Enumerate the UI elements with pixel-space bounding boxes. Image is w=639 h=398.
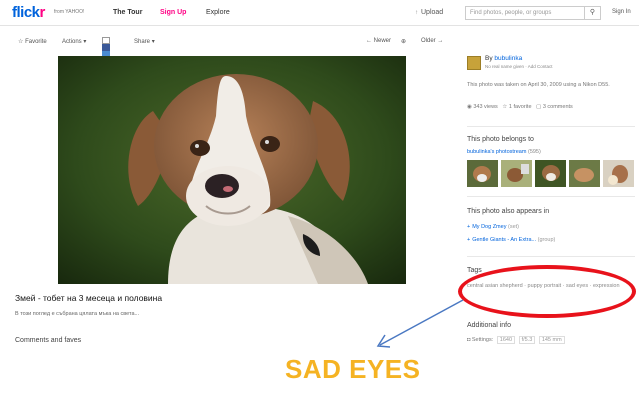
annotation-label: SAD EYES	[285, 354, 421, 384]
taken-info: This photo was taken on April 30, 2009 u…	[467, 82, 610, 88]
older-label: Older	[421, 38, 436, 44]
chevron-down-icon: ▾	[151, 39, 155, 45]
logo-text-pink: r	[39, 4, 46, 21]
search-input[interactable]: Find photos, people, or groups	[465, 6, 585, 20]
plus-icon: +	[467, 224, 471, 230]
main-photo[interactable]	[58, 56, 406, 284]
actions-menu[interactable]: Actions ▾	[62, 38, 86, 45]
nav-sign-up[interactable]: Sign Up	[160, 9, 186, 16]
favorite-button[interactable]: ☆ Favorite	[18, 38, 47, 45]
divider	[467, 196, 635, 197]
arrow-left-icon: ←	[366, 38, 372, 44]
owner-byline: By bubulinka	[485, 55, 522, 62]
camera-icon: ◘	[467, 337, 471, 343]
divider	[467, 256, 635, 257]
flickr-logo[interactable]: flickr	[12, 4, 45, 21]
comments-heading: Comments and faves	[15, 337, 82, 344]
star-icon: ☆	[18, 39, 24, 45]
nav-explore[interactable]: Explore	[206, 9, 230, 16]
photostream-thumbnails	[467, 160, 635, 187]
search-icon[interactable]: ⚲	[585, 6, 601, 20]
sign-in-link[interactable]: Sign In	[612, 9, 631, 15]
avatar[interactable]	[467, 56, 481, 70]
favorites-count[interactable]: 1 favorite	[509, 104, 532, 110]
photostream-label: bubulinka's photostream	[467, 149, 527, 155]
add-contact-link[interactable]: Add Contact	[528, 64, 553, 69]
owner-name-link[interactable]: bubulinka	[494, 55, 522, 62]
views-count: 343 views	[473, 104, 498, 110]
top-navigation-bar: flickr from YAHOO! The Tour Sign Up Expl…	[0, 0, 639, 26]
photo-stats: ◉ 343 views ☆ 1 favorite ▢ 3 comments	[467, 104, 573, 110]
annotation-ellipse	[458, 265, 636, 318]
group-label: Gentle Giants - An Extra...	[472, 237, 537, 243]
thumbnail[interactable]	[569, 160, 600, 187]
upload-link[interactable]: ↑ Upload	[415, 9, 443, 16]
newer-label: Newer	[373, 38, 392, 44]
camera-settings: ◘ Settings: 1640 f/5.3 145 mm	[467, 336, 565, 344]
puppy-photo-illustration	[58, 56, 406, 284]
facebook-icon[interactable]	[102, 44, 110, 52]
logo-text-blue: flick	[12, 4, 40, 21]
thumbnail[interactable]	[501, 160, 532, 187]
upload-arrow-icon: ↑	[415, 10, 418, 16]
owner-real-name: No real name given	[485, 64, 525, 69]
email-icon[interactable]	[102, 37, 110, 44]
settings-value: f/5.3	[518, 336, 536, 344]
tagline: from YAHOO!	[54, 9, 85, 15]
comments-count[interactable]: 3 comments	[543, 104, 573, 110]
thumbnail[interactable]	[603, 160, 634, 187]
thumbnail[interactable]	[535, 160, 566, 187]
older-button[interactable]: Older →	[421, 38, 443, 44]
upload-label: Upload	[421, 9, 444, 16]
group-meta: (group)	[537, 237, 556, 243]
owner-row: By bubulinka No real name given · Add Co…	[467, 54, 635, 74]
actions-label: Actions	[62, 39, 82, 45]
group-link[interactable]: + Gentle Giants - An Extra... (group)	[467, 237, 555, 243]
appears-heading: This photo also appears in	[467, 208, 550, 215]
share-menu[interactable]: Share ▾	[134, 38, 155, 45]
set-label: My Dog Zmey	[472, 224, 507, 230]
belongs-heading: This photo belongs to	[467, 136, 534, 143]
chevron-down-icon: ▾	[83, 39, 87, 45]
photostream-link[interactable]: bubulinka's photostream (595)	[467, 149, 541, 155]
arrow-right-icon: →	[437, 38, 444, 44]
share-label: Share	[134, 39, 151, 45]
views-icon: ◉	[467, 104, 472, 110]
owner-subline: No real name given · Add Contact	[485, 64, 553, 69]
nav-the-tour[interactable]: The Tour	[113, 9, 142, 16]
newer-button[interactable]: ← Newer	[366, 38, 391, 44]
set-meta: (set)	[507, 224, 519, 230]
photo-title: Змей - тобет на 3 месеца и половина	[15, 293, 163, 303]
divider	[467, 126, 635, 127]
thumbnail[interactable]	[467, 160, 498, 187]
photostream-count: (595)	[527, 149, 541, 155]
owner-by-label: By	[485, 55, 493, 62]
set-link[interactable]: + My Dog Zmey (set)	[467, 224, 519, 230]
plus-icon: +	[467, 237, 471, 243]
photo-description: В този поглед е събрана цялата мъка на с…	[15, 311, 140, 317]
settings-label: Settings:	[471, 337, 494, 343]
comment-icon: ▢	[536, 104, 542, 110]
favorite-label: Favorite	[25, 39, 47, 45]
star-icon: ☆	[502, 104, 508, 110]
zoom-icon[interactable]: ⊕	[401, 38, 406, 45]
additional-info-heading: Additional info	[467, 322, 511, 329]
settings-value: 1640	[496, 336, 516, 344]
settings-value: 145 mm	[538, 336, 565, 344]
